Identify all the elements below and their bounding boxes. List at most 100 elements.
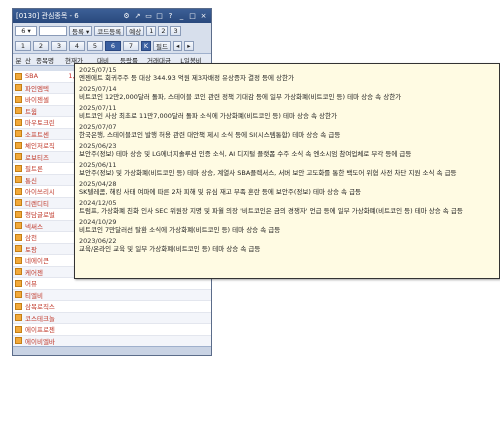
- news-date: 2025/07/14: [79, 85, 117, 93]
- stock-name[interactable]: 파인엠텍: [24, 83, 55, 93]
- stock-name[interactable]: 로보티즈: [24, 152, 55, 162]
- page-button-1[interactable]: 1: [146, 25, 157, 36]
- stock-flag-icon: [13, 233, 24, 241]
- stock-flag-icon: [13, 164, 24, 172]
- stock-flag-icon: [13, 107, 24, 115]
- page-button-2[interactable]: 2: [158, 25, 169, 36]
- stock-flag-icon: [13, 141, 24, 149]
- stock-name[interactable]: 케어젠: [24, 267, 55, 277]
- close-icon[interactable]: ×: [199, 12, 208, 21]
- news-date: 2025/07/07: [79, 123, 117, 131]
- window-title: [0130] 관심종목 - 6: [16, 12, 79, 20]
- stock-name[interactable]: 에이프로젠: [24, 324, 55, 334]
- stock-flag-icon: [13, 176, 24, 184]
- tab-2[interactable]: 2: [33, 40, 49, 51]
- stock-flag-icon: [13, 291, 24, 299]
- status-bar: [13, 346, 211, 355]
- stock-name[interactable]: 코스테크놀: [24, 313, 55, 323]
- stock-name[interactable]: SBA: [24, 72, 55, 80]
- stock-flag-icon: [13, 337, 24, 345]
- tab-6[interactable]: 6: [105, 40, 121, 51]
- group-select-value: 6: [21, 26, 26, 35]
- tab-3[interactable]: 3: [51, 40, 67, 51]
- k-button[interactable]: K: [141, 40, 151, 51]
- news-date: 2025/04/28: [79, 180, 117, 188]
- news-item: 2024/10/29 비트코인 7만달러선 탈환 소식에 가상화폐(비트코인 등)…: [79, 218, 495, 234]
- page-button-3[interactable]: 3: [170, 25, 181, 36]
- stock-flag-icon: [13, 118, 24, 126]
- lock-icon[interactable]: □: [155, 12, 164, 21]
- col-header[interactable]: 산: [24, 55, 32, 65]
- prev-button[interactable]: ◂: [172, 40, 183, 51]
- tab-7[interactable]: 7: [123, 40, 139, 51]
- stock-name[interactable]: 어뮤: [24, 278, 55, 288]
- stock-flag-icon: [13, 325, 24, 333]
- news-item: 2025/07/15 엔젠에트 회귀주주 등 대상 344.93 억원 제3자배정…: [79, 66, 495, 82]
- news-date: 2023/06/22: [79, 237, 117, 245]
- news-item: 2025/07/11 비트코인 사상 최초로 11만7,000달러 돌파 소식에 …: [79, 104, 495, 120]
- search-field[interactable]: [39, 25, 67, 36]
- tab-1[interactable]: 1: [15, 40, 31, 51]
- news-text: SK텔레콤, 해킹 사태 여파에 따른 2차 피해 및 유심 재고 부족 혼란 …: [79, 188, 362, 196]
- table-row[interactable]: 삼목로직스: [13, 301, 211, 313]
- col-header[interactable]: 종목명: [32, 55, 58, 65]
- next-button[interactable]: ▸: [184, 40, 194, 51]
- settings-icon[interactable]: ⚙: [122, 12, 131, 21]
- stock-flag-icon: [13, 256, 24, 264]
- group-select[interactable]: 6 ▾: [15, 25, 37, 36]
- table-row[interactable]: 티엘비: [13, 289, 211, 301]
- stock-name[interactable]: 삼목로직스: [24, 301, 55, 311]
- link-icon[interactable]: ↗: [133, 12, 142, 21]
- news-date: 2025/07/15: [79, 66, 117, 74]
- stock-name[interactable]: 넥써스: [24, 221, 55, 231]
- stock-flag-icon: [13, 314, 24, 322]
- stock-flag-icon: [13, 279, 24, 287]
- stock-name[interactable]: 티엘비: [24, 290, 55, 300]
- tab-5[interactable]: 5: [87, 40, 103, 51]
- news-item: 2025/06/23 보안주(정보) 테마 상승 및 LG에너지솔루션 인증 소식…: [79, 142, 495, 158]
- news-item: 2025/07/07 한국은행, 스테이블코인 발행 허용 관련 대안책 제시 소…: [79, 123, 495, 139]
- register-button[interactable]: 등록 ▾: [69, 25, 93, 36]
- news-tooltip: 2025/07/15 엔젠에트 회귀주주 등 대상 344.93 억원 제3자배정…: [74, 63, 500, 279]
- news-date: 2025/06/23: [79, 142, 117, 150]
- table-row[interactable]: 에이프로젠: [13, 324, 211, 336]
- table-row[interactable]: 코스테크놀: [13, 312, 211, 324]
- stock-name[interactable]: 디렌디티: [24, 198, 55, 208]
- tab-4[interactable]: 4: [69, 40, 85, 51]
- stock-name[interactable]: 필트론: [24, 163, 55, 173]
- news-text: 보안주(정보) 및 가상화폐(비트코인 등) 테마 상승, 계열사 SBA플렉서…: [79, 169, 457, 177]
- news-item: 2024/12/05 트럼프, 가상화폐 친화 인사 SEC 위원장 지명 및 파…: [79, 199, 495, 215]
- minimize-icon[interactable]: _: [177, 12, 186, 21]
- news-text: 비트코인 사상 최초로 11만7,000달러 돌파 소식에 가상화폐(비트코인 …: [79, 112, 337, 120]
- stock-flag-icon: [13, 302, 24, 310]
- stock-name[interactable]: 토팡: [24, 244, 55, 254]
- stock-name[interactable]: 트윔: [24, 106, 55, 116]
- field-button[interactable]: 필드: [153, 40, 171, 51]
- news-text: 보안주(정보) 테마 상승 및 LG에너지솔루션 인증 소식, AI 디지털 플…: [79, 150, 412, 158]
- stock-name[interactable]: 체인저로직: [24, 140, 55, 150]
- stock-name[interactable]: 마우토크린: [24, 117, 55, 127]
- code-register-button[interactable]: 코드등록: [94, 25, 125, 36]
- stock-flag-icon: [13, 210, 24, 218]
- table-row[interactable]: 어뮤: [13, 278, 211, 290]
- stock-name[interactable]: 에이비엘바: [24, 336, 55, 346]
- stock-name[interactable]: 아이쓰리시: [24, 186, 55, 196]
- stock-name[interactable]: 소프트센: [24, 129, 55, 139]
- stock-name[interactable]: 삼천: [24, 232, 55, 242]
- news-text: 비트코인 7만달러선 탈환 소식에 가상화폐(비트코인 등) 테마 상승 속 급…: [79, 226, 281, 234]
- stock-name[interactable]: 네에이큰: [24, 255, 55, 265]
- stock-flag-icon: [13, 95, 24, 103]
- copy-icon[interactable]: ▭: [144, 12, 153, 21]
- toolbar-tabs: 1 2 3 4 5 6 7 K 필드 ◂ ▸: [13, 38, 211, 53]
- stock-name[interactable]: 통신: [24, 175, 55, 185]
- help-icon[interactable]: ?: [166, 12, 175, 21]
- forecast-button[interactable]: 예상: [126, 25, 145, 36]
- col-header[interactable]: 분: [13, 55, 24, 65]
- maximize-icon[interactable]: □: [188, 12, 197, 21]
- stock-name[interactable]: 바이젠셀: [24, 94, 55, 104]
- stock-flag-icon: [13, 245, 24, 253]
- toolbar-top: 6 ▾ 등록 ▾ 코드등록 예상 1 2 3: [13, 23, 211, 38]
- stock-flag-icon: [13, 222, 24, 230]
- stock-name[interactable]: 청담글로벌: [24, 209, 55, 219]
- stock-flag-icon: [13, 84, 24, 92]
